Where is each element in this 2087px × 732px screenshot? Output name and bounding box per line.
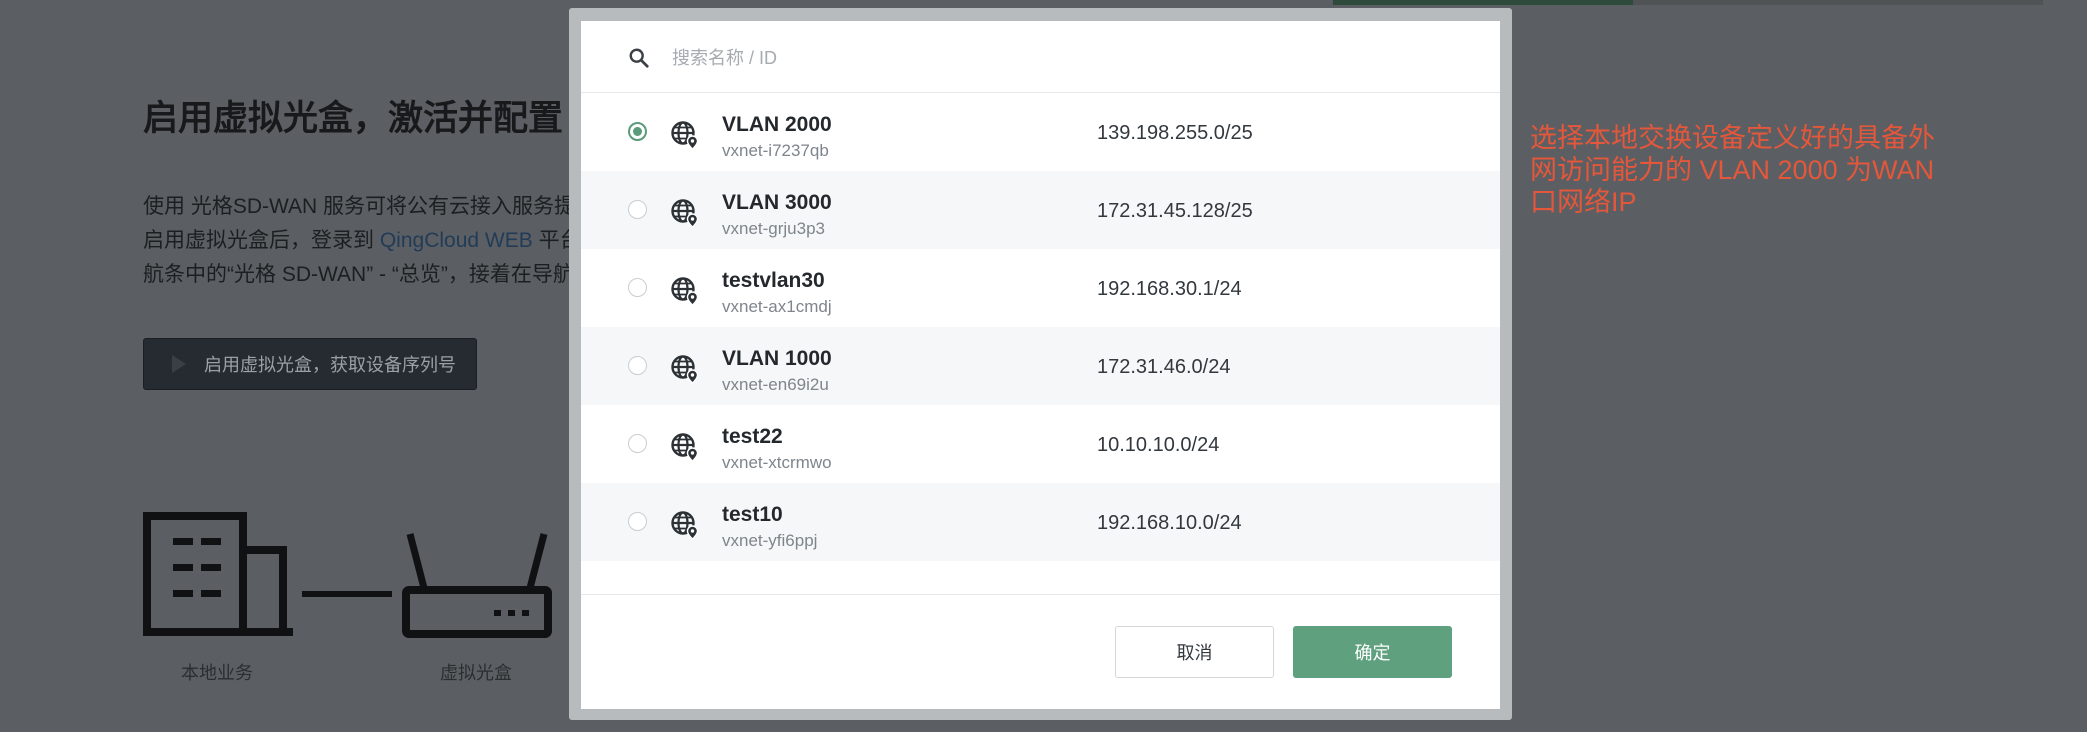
- search-input[interactable]: [670, 41, 1374, 75]
- network-name: testvlan30: [722, 269, 825, 292]
- radio-unselected[interactable]: [628, 356, 647, 375]
- network-id: vxnet-i7237qb: [722, 141, 829, 160]
- network-cidr: 172.31.46.0/24: [1097, 356, 1231, 378]
- network-name: VLAN 2000: [722, 113, 832, 136]
- intro-line-2-prefix: 启用虚拟光盒后，登录到: [143, 229, 380, 252]
- network-row[interactable]: test10 vxnet-yfi6ppj 192.168.10.0/24: [581, 483, 1500, 561]
- network-id: vxnet-en69i2u: [722, 375, 829, 394]
- top-progress-bar: [1333, 0, 1633, 5]
- globe-location-icon: [670, 198, 700, 228]
- cancel-button[interactable]: 取消: [1115, 626, 1274, 678]
- intro-line-3: 航条中的“光格 SD-WAN” - “总览”，接着在导航: [143, 263, 574, 286]
- qingcloud-web-link[interactable]: QingCloud WEB: [380, 229, 533, 252]
- network-row[interactable]: test22 vxnet-xtcrmwo 10.10.10.0/24: [581, 405, 1500, 483]
- network-cidr: 192.168.10.0/24: [1097, 512, 1242, 534]
- globe-location-icon: [670, 432, 700, 462]
- router-icon: [402, 533, 552, 638]
- radio-selected[interactable]: [628, 122, 647, 141]
- intro-line-1: 使用 光格SD-WAN 服务可将公有云接入服务提: [143, 195, 576, 218]
- diagram-label-virtual-box: 虚拟光盒: [440, 663, 512, 683]
- radio-unselected[interactable]: [628, 278, 647, 297]
- network-name: test10: [722, 503, 783, 526]
- globe-location-icon: [670, 354, 700, 384]
- network-row[interactable]: VLAN 3000 vxnet-grju3p3 172.31.45.128/25: [581, 171, 1500, 249]
- intro-line-2: 启用虚拟光盒后，登录到 QingCloud WEB 平台: [143, 224, 581, 254]
- network-id: vxnet-yfi6ppj: [722, 531, 818, 550]
- network-row[interactable]: VLAN 1000 vxnet-en69i2u 172.31.46.0/24: [581, 327, 1500, 405]
- diagram-connector: [302, 591, 392, 597]
- globe-location-icon: [670, 276, 700, 306]
- network-name: test22: [722, 425, 783, 448]
- select-network-modal: VLAN 2000vxnet-i7237qb139.198.255.0/25VL…: [581, 21, 1500, 709]
- network-id: vxnet-xtcrmwo: [722, 453, 832, 472]
- page-title: 启用虚拟光盒，激活并配置: [143, 99, 564, 138]
- network-row[interactable]: VLAN 2000 vxnet-i7237qb 139.198.255.0/25: [581, 93, 1500, 171]
- network-list: VLAN 2000 vxnet-i7237qb 139.198.255.0/25 VL…: [581, 93, 1500, 561]
- confirm-button[interactable]: 确定: [1293, 626, 1452, 678]
- diagram-label-local-business: 本地业务: [181, 663, 253, 683]
- footer-divider: [581, 594, 1500, 595]
- play-icon: [172, 355, 186, 373]
- search-icon: [629, 48, 649, 68]
- network-cidr: 192.168.30.1/24: [1097, 278, 1242, 300]
- enable-virtual-box-label: 启用虚拟光盒，获取设备序列号: [204, 355, 456, 375]
- annotation-text: 选择本地交换设备定义好的具备外网访问能力的 VLAN 2000 为WAN口网络I…: [1530, 123, 1935, 217]
- network-cidr: 172.31.45.128/25: [1097, 200, 1253, 222]
- network-cidr: 10.10.10.0/24: [1097, 434, 1220, 456]
- network-id: vxnet-ax1cmdj: [722, 297, 832, 316]
- radio-unselected[interactable]: [628, 434, 647, 453]
- network-row[interactable]: testvlan30 vxnet-ax1cmdj 192.168.30.1/24: [581, 249, 1500, 327]
- radio-unselected[interactable]: [628, 200, 647, 219]
- search-bar: [581, 21, 1500, 93]
- network-name: VLAN 3000: [722, 191, 832, 214]
- globe-location-icon: [670, 510, 700, 540]
- globe-location-icon: [670, 120, 700, 150]
- network-id: vxnet-grju3p3: [722, 219, 826, 238]
- enable-virtual-box-button[interactable]: 启用虚拟光盒，获取设备序列号: [143, 338, 477, 390]
- network-cidr: 139.198.255.0/25: [1097, 122, 1253, 144]
- building-icon: [143, 512, 293, 636]
- top-progress-track: [1633, 0, 2043, 5]
- radio-unselected[interactable]: [628, 512, 647, 531]
- network-name: VLAN 1000: [722, 347, 832, 370]
